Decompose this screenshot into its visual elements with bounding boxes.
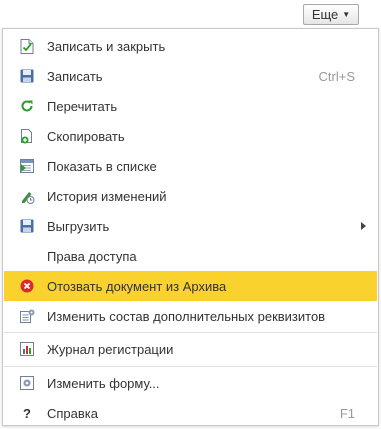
menu-item-label: Отозвать документ из Архива: [47, 279, 227, 294]
copy-document-icon: [19, 128, 35, 144]
menu-item-change-form[interactable]: Изменить форму...: [4, 368, 377, 398]
menu-item-save[interactable]: Записать Ctrl+S: [4, 61, 377, 91]
menu-item-reread[interactable]: Перечитать: [4, 91, 377, 121]
menu-item-revoke-from-archive[interactable]: Отозвать документ из Архива: [4, 271, 377, 301]
menu-item-label: Права доступа: [47, 249, 137, 264]
menu-item-shortcut: F1: [339, 406, 355, 421]
dropdown-menu: Записать и закрыть Записать Ctrl+S Переч…: [2, 28, 379, 426]
submenu-arrow-icon: [361, 222, 366, 230]
menu-item-export[interactable]: Выгрузить: [4, 211, 377, 241]
menu-item-edit-additional-attributes[interactable]: Изменить состав дополнительных реквизито…: [4, 301, 377, 331]
menu-item-change-history[interactable]: История изменений: [4, 181, 377, 211]
history-icon: [19, 188, 35, 204]
chevron-down-icon: ▼: [342, 10, 351, 19]
menu-item-label: Изменить форму...: [47, 376, 160, 391]
menu-item-label: Изменить состав дополнительных реквизито…: [47, 309, 326, 324]
menu-item-label: Справка: [47, 406, 98, 421]
menu-item-shortcut: Ctrl+S: [318, 69, 355, 84]
show-in-list-icon: [19, 158, 35, 174]
save-and-close-icon: [19, 38, 35, 54]
more-menu-button[interactable]: Еще ▼: [303, 4, 359, 25]
menu-separator: [4, 366, 377, 367]
menu-item-label: Перечитать: [47, 99, 118, 114]
help-icon: ?: [23, 405, 31, 421]
menu-item-show-in-list[interactable]: Показать в списке: [4, 151, 377, 181]
menu-item-label: Журнал регистрации: [47, 342, 174, 357]
menu-item-copy[interactable]: Скопировать: [4, 121, 377, 151]
menu-item-label: История изменений: [47, 189, 167, 204]
menu-item-save-and-close[interactable]: Записать и закрыть: [4, 31, 377, 61]
menu-item-label: Скопировать: [47, 129, 125, 144]
event-log-icon: [19, 341, 35, 357]
edit-attributes-icon: [19, 308, 35, 324]
menu-item-access-rights[interactable]: Права доступа: [4, 241, 377, 271]
menu-item-label: Выгрузить: [47, 219, 110, 234]
menu-item-help[interactable]: ? Справка F1: [4, 398, 377, 428]
floppy-disk-icon: [19, 68, 35, 84]
menu-item-event-log[interactable]: Журнал регистрации: [4, 334, 377, 364]
export-icon: [19, 218, 35, 234]
refresh-icon: [19, 98, 35, 114]
menu-item-label: Показать в списке: [47, 159, 157, 174]
change-form-icon: [19, 375, 35, 391]
menu-item-label: Записать: [47, 69, 103, 84]
menu-separator: [4, 332, 377, 333]
more-menu-button-label: Еще: [311, 7, 339, 22]
revoke-icon: [19, 278, 35, 294]
menu-item-label: Записать и закрыть: [47, 39, 166, 54]
